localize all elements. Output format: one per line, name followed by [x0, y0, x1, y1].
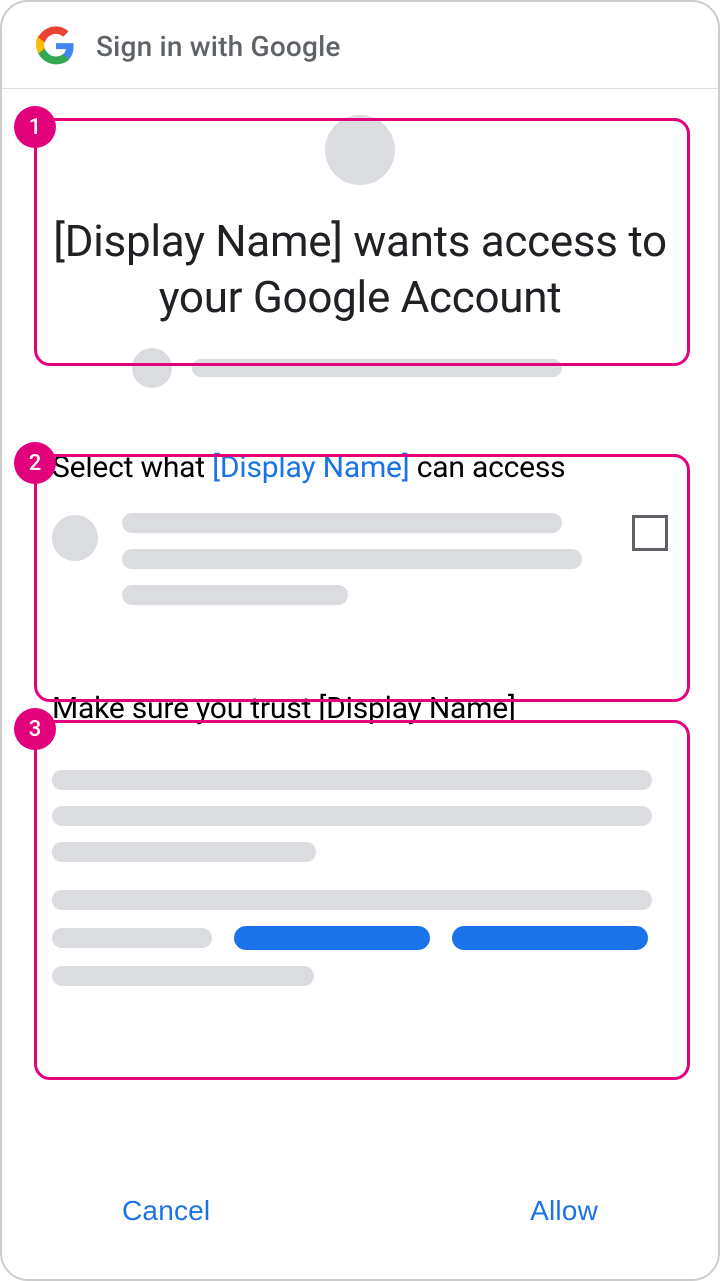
annotation-box-2 [34, 454, 690, 702]
google-logo-icon [36, 26, 76, 66]
annotation-bubble-1: 1 [14, 106, 56, 148]
consent-dialog: Sign in with Google [Display Name] wants… [0, 0, 720, 1281]
allow-button[interactable]: Allow [500, 1183, 628, 1239]
annotation-bubble-2: 2 [14, 442, 56, 484]
dialog-footer: Cancel Allow [2, 1183, 718, 1239]
annotation-bubble-3: 3 [14, 708, 56, 750]
annotation-box-3 [34, 720, 690, 1080]
annotation-box-1 [34, 118, 690, 366]
dialog-header: Sign in with Google [2, 2, 718, 89]
header-title: Sign in with Google [96, 30, 341, 63]
cancel-button[interactable]: Cancel [92, 1183, 240, 1239]
